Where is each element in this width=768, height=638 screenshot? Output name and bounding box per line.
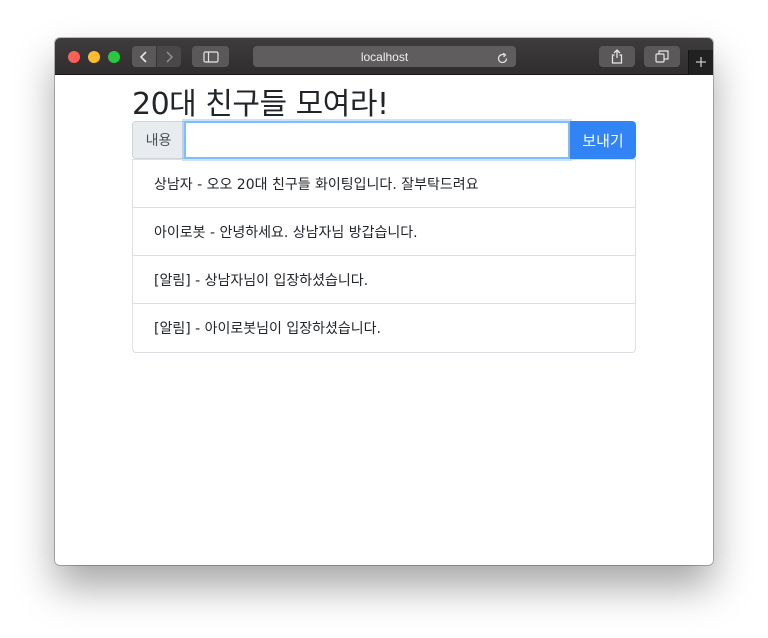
message-item: [알림] - 아이로봇님이 입장하셨습니다. — [154, 321, 381, 337]
back-button[interactable] — [132, 46, 156, 67]
message-list: 상남자 - 오오 20대 친구들 화이팅입니다. 잘부탁드려요 아이로봇 - 안… — [132, 159, 636, 353]
send-button[interactable]: 보내기 — [570, 121, 636, 159]
sidebar-toggle-button[interactable] — [192, 46, 229, 67]
message-form: 내용 보내기 — [132, 121, 636, 159]
share-button[interactable] — [599, 46, 635, 67]
forward-button[interactable] — [157, 46, 181, 67]
plus-icon — [695, 53, 707, 72]
reload-icon[interactable] — [496, 50, 509, 69]
close-window-button[interactable] — [68, 51, 80, 63]
minimize-window-button[interactable] — [88, 51, 100, 63]
sidebar-icon — [202, 50, 219, 63]
page-title: 20대 친구들 모여라! — [132, 87, 389, 122]
browser-window: localhost 20대 친구들 모여라! 내용 보내기 상남자 - 오오 2… — [55, 38, 713, 565]
message-item: 상남자 - 오오 20대 친구들 화이팅입니다. 잘부탁드려요 — [133, 160, 635, 208]
tabs-overview-button[interactable] — [644, 46, 680, 67]
message-input-label: 내용 — [132, 121, 184, 159]
zoom-window-button[interactable] — [108, 51, 120, 63]
address-bar[interactable]: localhost — [253, 46, 516, 67]
message-input[interactable] — [184, 121, 570, 159]
browser-toolbar: localhost — [55, 38, 713, 75]
address-text: localhost — [360, 49, 409, 64]
tabs-overview-icon — [655, 50, 669, 63]
new-tab-button[interactable] — [688, 50, 713, 75]
share-icon — [611, 49, 623, 64]
message-item: [알림] - 상남자님이 입장하셨습니다. — [133, 256, 635, 304]
chevron-right-icon — [164, 50, 174, 63]
chevron-left-icon — [139, 50, 149, 63]
message-item: 아이로봇 - 안녕하세요. 상남자님 방갑습니다. — [133, 208, 635, 256]
page-content: 20대 친구들 모여라! 내용 보내기 상남자 - 오오 20대 친구들 화이팅… — [55, 75, 713, 565]
